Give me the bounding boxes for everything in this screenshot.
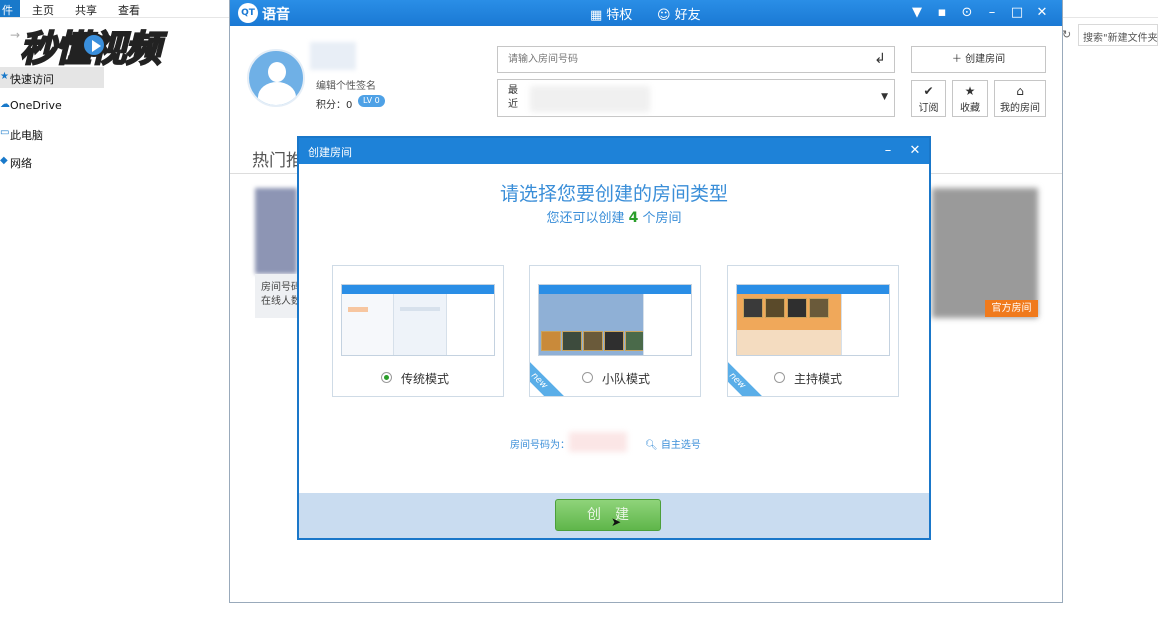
friends-nav[interactable]: ☺ 好友 <box>657 4 701 23</box>
room-card-thumbnail[interactable] <box>255 188 297 274</box>
create-button[interactable]: 创建 <box>555 499 661 531</box>
check-icon: ✔ <box>923 84 934 98</box>
back-arrow-icon[interactable]: → <box>10 28 20 42</box>
star-icon: ★ <box>964 84 976 98</box>
watermark-logo: 秒懂视频 <box>19 20 216 72</box>
mode-card-squad[interactable]: new 小队模式 <box>529 265 701 397</box>
play-icon <box>82 33 106 57</box>
mode-label: 传统模式 <box>401 372 450 386</box>
mode-radio[interactable] <box>381 372 392 383</box>
skin-icon[interactable]: ▼ <box>908 3 926 23</box>
mode-radio[interactable] <box>774 372 785 383</box>
new-tag: new <box>530 355 565 396</box>
maximize-icon[interactable]: □ <box>1008 3 1026 23</box>
mode-card-traditional[interactable]: 传统模式 <box>332 265 504 397</box>
mode-label: 主持模式 <box>794 372 843 386</box>
gift-icon: ▦ <box>590 8 603 23</box>
sub-suffix: 个房间 <box>642 211 682 226</box>
close-icon[interactable]: ✕ <box>1033 3 1051 23</box>
minimize-icon[interactable]: – <box>879 141 897 161</box>
dialog-heading: 请选择您要创建的房间类型 <box>499 183 728 205</box>
my-rooms-button[interactable]: ⌂ 我的房间 <box>994 80 1046 117</box>
ribbon-tab-home[interactable]: 主页 <box>32 2 54 18</box>
favorite-label: 收藏 <box>960 103 980 114</box>
qt-logo: QT <box>238 3 258 23</box>
computer-icon: ▭ <box>0 127 10 138</box>
mode-preview-image <box>341 284 495 356</box>
create-room-dialog: 创建房间 – ✕ 请选择您要创建的房间类型 您还可以创建 4 个房间 传统模式 <box>297 136 931 540</box>
privilege-label: 特权 <box>606 8 633 23</box>
explorer-search-input[interactable]: 搜索"新建文件夹 <box>1078 24 1158 46</box>
message-icon[interactable]: ▪ <box>933 3 951 23</box>
mouse-cursor-icon: ➤ <box>611 515 622 529</box>
star-icon: ★ <box>0 71 9 82</box>
network-icon: ◆ <box>0 155 8 166</box>
nav-item-onedrive[interactable]: ☁ OneDrive <box>0 95 104 116</box>
room-number-blurred <box>569 432 627 452</box>
qt-titlebar[interactable]: QT 语音 ▦ 特权 ☺ 好友 ▼ ▪ ⊙ – □ ✕ <box>230 0 1062 26</box>
users-icon: ☺ <box>657 8 671 23</box>
friends-label: 好友 <box>674 8 701 23</box>
privilege-nav[interactable]: ▦ 特权 <box>590 4 632 23</box>
nav-item-label: 快速访问 <box>10 73 54 86</box>
cloud-icon: ☁ <box>0 99 10 110</box>
recent-label: 最近 <box>508 85 518 110</box>
dialog-titlebar[interactable]: 创建房间 – ✕ <box>299 138 929 164</box>
recent-rooms-select[interactable]: 最近 ▼ <box>497 79 895 117</box>
avatar[interactable] <box>247 49 305 107</box>
user-name-blurred <box>310 42 356 70</box>
edit-signature[interactable]: 编辑个性签名 <box>316 77 376 92</box>
new-tag: new <box>728 355 763 396</box>
favorite-button[interactable]: ★ 收藏 <box>952 80 988 117</box>
app-name: 语音 <box>262 7 290 23</box>
refresh-icon[interactable]: ↻ <box>1062 28 1071 41</box>
mode-label: 小队模式 <box>602 372 651 386</box>
nav-item-label: 此电脑 <box>10 129 43 142</box>
create-room-label: 创建房间 <box>965 54 1006 65</box>
self-pick-number-link[interactable]: 🔍︎ 自主选号 <box>645 436 701 451</box>
room-card-line: 房间号码 <box>261 282 299 293</box>
official-room-badge: 官方房间 <box>985 300 1038 317</box>
hot-recommend-heading: 热门推 <box>252 151 303 171</box>
nav-item-this-pc[interactable]: ▭ 此电脑 <box>0 123 104 144</box>
my-rooms-label: 我的房间 <box>1000 103 1040 114</box>
chevron-down-icon[interactable]: ▼ <box>881 92 888 102</box>
search-icon: 🔍︎ <box>645 440 658 451</box>
recent-room-blurred <box>530 86 650 112</box>
ribbon-tab-share[interactable]: 共享 <box>75 2 97 18</box>
room-number-input-box[interactable]: ↲ <box>497 46 895 73</box>
close-icon[interactable]: ✕ <box>906 141 924 161</box>
dialog-subheading: 您还可以创建 4 个房间 <box>299 207 929 226</box>
mode-card-host[interactable]: new 主持模式 <box>727 265 899 397</box>
score-label: 积分：0 <box>316 100 353 111</box>
subscribe-button[interactable]: ✔ 订阅 <box>911 80 946 117</box>
sub-prefix: 您还可以创建 <box>546 211 625 226</box>
dialog-footer: 创建 ➤ <box>299 493 929 538</box>
room-card-line: 在线人数 <box>261 296 299 307</box>
subscribe-label: 订阅 <box>918 103 939 114</box>
settings-icon[interactable]: ⊙ <box>958 3 976 23</box>
mode-preview-image <box>538 284 692 356</box>
room-number-input[interactable] <box>498 47 858 72</box>
dialog-title: 创建房间 <box>308 146 352 159</box>
nav-item-label: OneDrive <box>10 99 62 112</box>
remaining-count: 4 <box>628 210 639 226</box>
level-badge: LV 0 <box>358 95 385 107</box>
minimize-icon[interactable]: – <box>983 3 1001 23</box>
self-pick-label: 自主选号 <box>660 440 701 451</box>
nav-item-network[interactable]: ◆ 网络 <box>0 151 104 172</box>
ribbon-tab-view[interactable]: 查看 <box>118 2 140 18</box>
home-icon: ⌂ <box>1016 84 1024 98</box>
plus-icon: ＋ <box>951 54 962 65</box>
mode-preview-image <box>736 284 890 356</box>
room-card-thumbnail[interactable] <box>932 188 1038 318</box>
ribbon-tab-file[interactable]: 件 <box>0 0 20 17</box>
room-card-info[interactable]: 房间号码 在线人数 <box>255 274 299 318</box>
room-number-label: 房间号码为： <box>510 440 570 451</box>
nav-item-label: 网络 <box>10 157 32 170</box>
enter-icon[interactable]: ↲ <box>874 51 886 67</box>
create-room-button[interactable]: ＋ 创建房间 <box>911 46 1046 73</box>
mode-radio[interactable] <box>582 372 593 383</box>
